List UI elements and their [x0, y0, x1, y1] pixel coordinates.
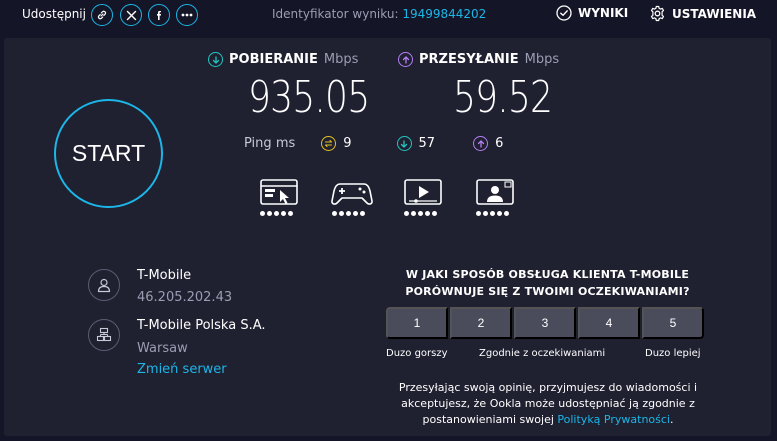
user-icon — [88, 269, 120, 301]
rating-low-label: Duzo gorszy — [386, 348, 448, 359]
isp-ip: 46.205.202.43 — [137, 290, 233, 305]
results-button[interactable]: WYNIKI — [556, 5, 628, 21]
download-arrow-icon — [208, 52, 223, 67]
privacy-policy-link[interactable]: Polityką Prywatności — [557, 413, 670, 426]
rating-5-button[interactable]: 5 — [642, 307, 704, 339]
share-label: Udostępnij — [22, 7, 86, 21]
ping-idle-value: 9 — [343, 136, 352, 151]
ping-label: Ping ms — [244, 136, 295, 151]
download-value: 935.05 — [248, 72, 370, 123]
download-header: POBIERANIE Mbps — [208, 52, 358, 67]
server-icon — [88, 319, 120, 351]
start-button[interactable]: START — [54, 99, 163, 208]
upload-unit: Mbps — [524, 52, 560, 67]
check-circle-icon — [556, 5, 572, 21]
x-icon[interactable] — [120, 4, 142, 26]
isp-provider: T-Mobile — [137, 268, 192, 283]
browsing-icon — [258, 178, 302, 220]
survey-question: W JAKI SPOSÓB OBSŁUGA KLIENTA T-MOBILE P… — [405, 268, 690, 298]
download-unit: Mbps — [323, 52, 359, 67]
video-streaming-icon — [402, 178, 446, 220]
result-id: Identyfikator wyniku: 19499844202 — [272, 7, 486, 21]
results-label: WYNIKI — [578, 6, 629, 20]
rating-4-button[interactable]: 4 — [578, 307, 640, 339]
rating-2-button[interactable]: 2 — [450, 307, 512, 339]
link-icon[interactable] — [91, 4, 113, 26]
ping-download-icon — [396, 136, 412, 151]
survey-rating: 1 2 3 4 5 — [386, 307, 704, 339]
rating-3-button[interactable]: 3 — [514, 307, 576, 339]
ping-download: 57 — [396, 136, 436, 151]
gaming-icon — [330, 178, 374, 220]
settings-button[interactable]: USTAWIENIA — [649, 5, 756, 22]
ping-upload-icon — [473, 136, 489, 151]
ping-idle: 9 — [321, 136, 352, 151]
ping-upload: 6 — [473, 136, 503, 151]
browsing-rating-dots — [260, 211, 293, 216]
top-bar: Udostępnij Identyfikator wyniku: 1949984… — [0, 0, 777, 30]
settings-label: USTAWIENIA — [672, 6, 757, 21]
facebook-icon[interactable] — [148, 4, 170, 26]
upload-value: 59.52 — [453, 72, 553, 123]
speedtest-app: Udostępnij Identyfikator wyniku: 1949984… — [0, 0, 777, 441]
consent-end: . — [669, 413, 674, 426]
rating-high-label: Duzo lepiej — [645, 348, 701, 359]
gear-icon — [650, 5, 665, 22]
ping-upload-value: 6 — [495, 136, 504, 151]
ping-download-value: 57 — [418, 136, 436, 151]
ping-label-text: Ping — [244, 136, 272, 151]
ping-row: Ping ms 9 57 6 — [244, 136, 503, 151]
rating-1-button[interactable]: 1 — [386, 307, 448, 339]
result-id-label: Identyfikator wyniku: — [272, 7, 399, 21]
download-label: POBIERANIE — [229, 52, 318, 67]
upload-label: PRZESYŁANIE — [419, 52, 519, 67]
video-chat-icon — [474, 178, 518, 220]
upload-arrow-icon — [398, 52, 413, 67]
rating-mid-label: Zgodnie z oczekiwaniami — [479, 348, 606, 359]
upload-header: PRZESYŁANIE Mbps — [398, 52, 559, 67]
test-panel — [4, 38, 771, 436]
server-location: Warsaw — [137, 341, 188, 356]
ping-idle-icon — [321, 136, 337, 151]
survey-consent: Przesyłając swoją opinię, przyjmujesz do… — [383, 380, 713, 428]
video-streaming-rating-dots — [404, 211, 437, 216]
ping-unit: ms — [275, 136, 296, 151]
more-icon[interactable] — [176, 4, 198, 26]
result-id-value[interactable]: 19499844202 — [402, 7, 486, 21]
server-name: T-Mobile Polska S.A. — [137, 318, 266, 333]
gaming-rating-dots — [332, 211, 365, 216]
video-chat-rating-dots — [476, 211, 509, 216]
change-server-link[interactable]: Zmień serwer — [137, 362, 227, 377]
